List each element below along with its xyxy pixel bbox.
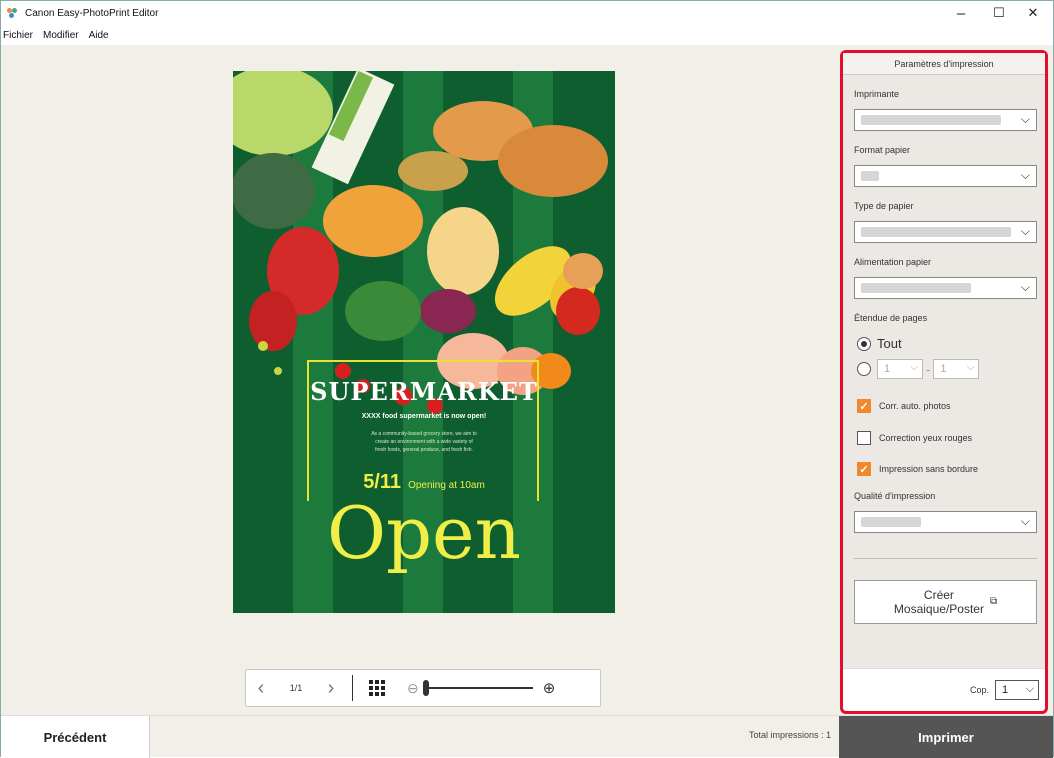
poster-opening: Opening at 10am xyxy=(408,480,485,491)
panel-header: Paramètres d'impression xyxy=(843,53,1045,75)
paper-source-label: Alimentation papier xyxy=(854,257,932,267)
menu-fichier[interactable]: Fichier xyxy=(3,30,33,41)
next-page-button[interactable]: › xyxy=(316,670,346,706)
mosaic-button-text: Créer Mosaique/Poster xyxy=(894,588,984,616)
redacted-value xyxy=(861,517,921,527)
poster-date: 5/11 xyxy=(363,471,402,493)
range-from-value: 1 xyxy=(884,363,891,375)
menu-bar: Fichier Modifier Aide xyxy=(1,25,1053,45)
auto-correct-checkbox[interactable]: ✓ xyxy=(857,399,871,413)
chevron-down-icon: ⌵ xyxy=(1020,168,1030,182)
preview-area: SUPERMARKET XXXX food supermarket is now… xyxy=(1,45,839,713)
copies-select[interactable]: 1 ⌵ xyxy=(995,680,1039,700)
zoom-slider[interactable] xyxy=(422,680,543,696)
panel-divider xyxy=(854,558,1037,559)
range-dash: - xyxy=(926,361,931,377)
range-to-value: 1 xyxy=(940,363,947,375)
toolbar-divider xyxy=(352,675,353,701)
printer-select[interactable]: ⌵ xyxy=(854,109,1037,131)
poster-body-line-3: fresh foods, general produce, and fresh … xyxy=(375,447,473,453)
auto-correct-option[interactable]: ✓ Corr. auto. photos xyxy=(857,399,951,413)
minimize-button[interactable]: – xyxy=(941,1,981,25)
create-mosaic-poster-button[interactable]: Créer Mosaique/Poster ⧉ xyxy=(854,580,1037,624)
poster-subheading: XXXX food supermarket is now open! xyxy=(361,413,487,420)
print-quality-select[interactable]: ⌵ xyxy=(854,511,1037,533)
red-eye-option[interactable]: Correction yeux rouges xyxy=(857,431,972,445)
poster-open-word: Open xyxy=(326,491,522,575)
paper-type-select[interactable]: ⌵ xyxy=(854,221,1037,243)
borderless-option[interactable]: ✓ Impression sans bordure xyxy=(857,462,978,476)
copies-label: Cop. xyxy=(969,685,989,695)
total-prints: Total impressions : 1 xyxy=(748,730,831,740)
range-custom-option[interactable]: 1 ⌵ - 1 ⌵ xyxy=(857,359,980,379)
page-indicator: 1/1 xyxy=(289,683,303,693)
radio-unselected[interactable] xyxy=(857,362,871,376)
chevron-down-icon: ⌵ xyxy=(1020,224,1030,238)
grid-view-icon[interactable] xyxy=(369,680,385,696)
copies-row: Cop. 1 ⌵ xyxy=(843,668,1045,711)
borderless-checkbox[interactable]: ✓ xyxy=(857,462,871,476)
red-eye-label: Correction yeux rouges xyxy=(879,433,973,443)
window-title: Canon Easy-PhotoPrint Editor xyxy=(25,7,159,19)
chevron-down-icon: ⌵ xyxy=(1020,112,1030,126)
zoom-out-icon[interactable]: ⊖ xyxy=(407,680,419,697)
redacted-value xyxy=(861,171,879,181)
chevron-down-icon: ⌵ xyxy=(1020,280,1030,294)
poster-heading: SUPERMARKET xyxy=(310,377,538,406)
borderless-label: Impression sans bordure xyxy=(879,464,979,474)
zoom-slider-thumb[interactable] xyxy=(422,680,429,696)
copies-value: 1 xyxy=(1002,684,1009,696)
redacted-value xyxy=(861,115,1001,125)
poster-body-line-2: create an environment with a wide variet… xyxy=(375,439,473,445)
page-range-label: Étendue de pages xyxy=(854,313,928,323)
zoom-in-icon[interactable]: ⊕ xyxy=(543,679,556,697)
title-bar: Canon Easy-PhotoPrint Editor – ☐ ✕ xyxy=(1,1,1053,25)
chevron-down-icon: ⌵ xyxy=(1025,683,1034,695)
paper-size-select[interactable]: ⌵ xyxy=(854,165,1037,187)
printer-label: Imprimante xyxy=(854,89,900,99)
mosaic-line-2: Mosaique/Poster xyxy=(893,602,984,616)
poster-preview[interactable]: SUPERMARKET XXXX food supermarket is now… xyxy=(233,71,615,613)
mosaic-line-1: Créer xyxy=(923,588,954,602)
chevron-down-icon: ⌵ xyxy=(910,362,918,373)
zoom-slider-track xyxy=(422,687,533,689)
bottom-bar: Précédent Total impressions : 1 Imprimer xyxy=(1,715,1053,758)
auto-correct-label: Corr. auto. photos xyxy=(879,401,951,411)
page-navigation-bar: ‹ 1/1 › ⊖ ⊕ xyxy=(245,669,601,707)
menu-modifier[interactable]: Modifier xyxy=(43,30,79,41)
paper-size-label: Format papier xyxy=(854,145,911,155)
app-window: Canon Easy-PhotoPrint Editor – ☐ ✕ Fichi… xyxy=(0,0,1054,758)
previous-button[interactable]: Précédent xyxy=(1,716,150,758)
poster-body-line-1: As a community-based grocery store, we a… xyxy=(371,431,477,437)
print-button[interactable]: Imprimer xyxy=(839,716,1053,758)
print-quality-label: Qualité d'impression xyxy=(854,491,936,501)
chevron-right-icon: › xyxy=(327,676,335,699)
paper-source-select[interactable]: ⌵ xyxy=(854,277,1037,299)
redacted-value xyxy=(861,283,971,293)
previous-page-button[interactable]: ‹ xyxy=(246,670,276,706)
range-from-select[interactable]: 1 ⌵ xyxy=(877,359,923,379)
red-eye-checkbox[interactable] xyxy=(857,431,871,445)
range-to-select[interactable]: 1 ⌵ xyxy=(933,359,980,379)
close-button[interactable]: ✕ xyxy=(1013,1,1053,25)
radio-selected[interactable] xyxy=(857,336,871,351)
range-all-option[interactable]: Tout xyxy=(857,336,902,351)
app-logo-icon xyxy=(7,8,19,18)
redacted-value xyxy=(861,227,1011,237)
chevron-down-icon: ⌵ xyxy=(1020,514,1030,528)
paper-type-label: Type de papier xyxy=(854,201,914,211)
chevron-down-icon: ⌵ xyxy=(966,362,975,373)
range-all-label: Tout xyxy=(877,336,902,351)
menu-aide[interactable]: Aide xyxy=(89,30,109,41)
chevron-left-icon: ‹ xyxy=(257,676,265,699)
external-window-icon: ⧉ xyxy=(989,596,998,607)
print-settings-panel: Paramètres d'impression Imprimante ⌵ For… xyxy=(840,50,1048,714)
